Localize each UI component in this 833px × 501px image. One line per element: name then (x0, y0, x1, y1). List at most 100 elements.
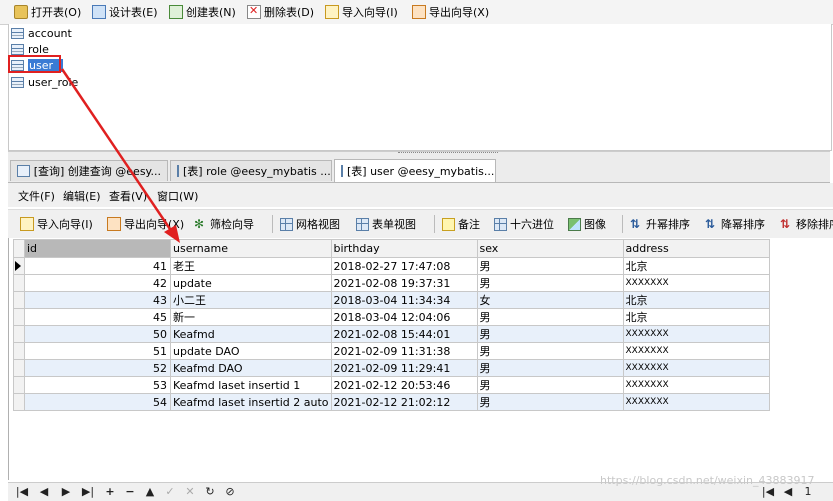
table-item-account[interactable]: account (11, 26, 72, 41)
menu-view[interactable]: 查看(V) (109, 188, 147, 204)
row-indicator[interactable] (13, 257, 25, 275)
sort-desc-button[interactable]: ⇅ 降幂排序 (705, 216, 765, 232)
cell-sex[interactable]: 男 (476, 308, 624, 326)
cell-birthday[interactable]: 2018-02-27 17:47:08 (330, 257, 478, 275)
cell-username[interactable]: Keafmd DAO (170, 359, 332, 377)
cell-username[interactable]: update (170, 274, 332, 292)
form-view-button[interactable]: 表单视图 (356, 216, 416, 232)
row-indicator[interactable] (13, 308, 25, 326)
prev-record-icon[interactable]: ◀ (36, 485, 52, 498)
column-header-birthday[interactable]: birthday (330, 239, 478, 258)
cell-address[interactable]: XXXXXXX (622, 342, 770, 360)
table-row[interactable]: 53 Keafmd laset insertid 1 2021-02-12 20:5… (13, 376, 770, 394)
delete-record-icon[interactable]: − (122, 485, 138, 498)
cell-id[interactable]: 42 (24, 274, 171, 292)
cell-birthday[interactable]: 2021-02-09 11:29:41 (330, 359, 478, 377)
refresh-icon[interactable]: ↻ (202, 485, 218, 498)
table-row[interactable]: 54 Keafmd laset insertid 2 auto 2021-02-12… (13, 393, 770, 411)
cell-sex[interactable]: 男 (476, 257, 624, 275)
next-record-icon[interactable]: ▶ (58, 485, 74, 498)
cell-address[interactable]: 北京 (622, 308, 770, 326)
design-table-button[interactable]: 设计表(E) (92, 3, 158, 21)
menu-edit[interactable]: 编辑(E) (63, 188, 101, 204)
filter-wizard-button[interactable]: ✻ 筛检向导 (194, 216, 254, 232)
open-table-button[interactable]: 打开表(O) (14, 3, 81, 21)
cell-address[interactable]: XXXXXXX (622, 325, 770, 343)
cell-id[interactable]: 43 (24, 291, 171, 309)
row-indicator[interactable] (13, 393, 25, 411)
sort-asc-button[interactable]: ⇅ 升幂排序 (630, 216, 690, 232)
table-row[interactable]: 52 Keafmd DAO 2021-02-09 11:29:41 男 XXXXXXX (13, 359, 770, 377)
table-row[interactable]: 43 小二王 2018-03-04 11:34:34 女北京 (13, 291, 770, 309)
row-indicator[interactable] (13, 291, 25, 309)
cell-address[interactable]: XXXXXXX (622, 274, 770, 292)
cell-id[interactable]: 51 (24, 342, 171, 360)
table-row[interactable]: 45 新一 2018-03-04 12:04:06 男北京 (13, 308, 770, 326)
apply-icon[interactable]: ✓ (162, 485, 178, 498)
cell-username[interactable]: Keafmd (170, 325, 332, 343)
cell-birthday[interactable]: 2021-02-09 11:31:38 (330, 342, 478, 360)
remove-sort-button[interactable]: ⇅ 移除排序 (780, 216, 833, 232)
table-row[interactable]: 42 update 2021-02-08 19:37:31 男 XXXXXXX (13, 274, 770, 292)
grid-view-button[interactable]: 网格视图 (280, 216, 340, 232)
cell-address[interactable]: 北京 (622, 257, 770, 275)
first-record-icon[interactable]: |◀ (14, 485, 30, 498)
cell-username[interactable]: Keafmd laset insertid 2 auto (170, 393, 332, 411)
cell-username[interactable]: 小二王 (170, 291, 332, 309)
cell-id[interactable]: 50 (24, 325, 171, 343)
row-indicator[interactable] (13, 325, 25, 343)
cell-sex[interactable]: 男 (476, 376, 624, 394)
cell-sex[interactable]: 男 (476, 325, 624, 343)
cell-username[interactable]: update DAO (170, 342, 332, 360)
cell-address[interactable]: 北京 (622, 291, 770, 309)
edit-up-icon[interactable]: ▲ (142, 485, 158, 498)
cell-birthday[interactable]: 2018-03-04 11:34:34 (330, 291, 478, 309)
cell-sex[interactable]: 女 (476, 291, 624, 309)
column-header-id[interactable]: id (24, 239, 171, 258)
tab-user[interactable]: [表] user @eesy_mybatis... (334, 159, 496, 182)
cell-username[interactable]: 老王 (170, 257, 332, 275)
menu-file[interactable]: 文件(F) (18, 188, 55, 204)
cell-id[interactable]: 45 (24, 308, 171, 326)
row-indicator[interactable] (13, 274, 25, 292)
column-header-sex[interactable]: sex (476, 239, 624, 258)
table-item-user-role[interactable]: user_role (11, 75, 78, 90)
create-table-button[interactable]: 创建表(N) (169, 3, 236, 21)
row-indicator[interactable] (13, 359, 25, 377)
column-header-username[interactable]: username (170, 239, 332, 258)
add-record-icon[interactable]: + (102, 485, 118, 498)
last-record-icon[interactable]: ▶| (80, 485, 96, 498)
grid-import-button[interactable]: 导入向导(I) (20, 216, 93, 232)
cell-birthday[interactable]: 2021-02-08 15:44:01 (330, 325, 478, 343)
table-row[interactable]: 50 Keafmd 2021-02-08 15:44:01 男 XXXXXXX (13, 325, 770, 343)
row-indicator[interactable] (13, 376, 25, 394)
cell-sex[interactable]: 男 (476, 359, 624, 377)
tab-query[interactable]: [查询] 创建查询 @eesy... (10, 160, 168, 181)
import-wizard-button[interactable]: 导入向导(I) (325, 3, 398, 21)
tab-role[interactable]: [表] role @eesy_mybatis ... (170, 160, 332, 181)
cell-address[interactable]: XXXXXXX (622, 376, 770, 394)
cell-id[interactable]: 41 (24, 257, 171, 275)
row-indicator[interactable] (13, 342, 25, 360)
cell-id[interactable]: 54 (24, 393, 171, 411)
menu-window[interactable]: 窗口(W) (157, 188, 198, 204)
cell-birthday[interactable]: 2018-03-04 12:04:06 (330, 308, 478, 326)
cell-sex[interactable]: 男 (476, 342, 624, 360)
cell-username[interactable]: Keafmd laset insertid 1 (170, 376, 332, 394)
stop-icon[interactable]: ⊘ (222, 485, 238, 498)
image-button[interactable]: 图像 (568, 216, 606, 232)
cell-sex[interactable]: 男 (476, 274, 624, 292)
splitter-grip[interactable] (398, 152, 498, 157)
grid-export-button[interactable]: 导出向导(X) (107, 216, 184, 232)
cell-address[interactable]: XXXXXXX (622, 359, 770, 377)
table-row[interactable]: 41 老王 2018-02-27 17:47:08 男北京 (13, 257, 770, 275)
cell-birthday[interactable]: 2021-02-12 20:53:46 (330, 376, 478, 394)
cancel-icon[interactable]: ✕ (182, 485, 198, 498)
cell-birthday[interactable]: 2021-02-12 21:02:12 (330, 393, 478, 411)
export-wizard-button[interactable]: 导出向导(X) (412, 3, 489, 21)
cell-username[interactable]: 新一 (170, 308, 332, 326)
cell-sex[interactable]: 男 (476, 393, 624, 411)
cell-id[interactable]: 52 (24, 359, 171, 377)
hex-button[interactable]: 十六进位 (494, 216, 554, 232)
table-row[interactable]: 51 update DAO 2021-02-09 11:31:38 男 XXXXXXX (13, 342, 770, 360)
